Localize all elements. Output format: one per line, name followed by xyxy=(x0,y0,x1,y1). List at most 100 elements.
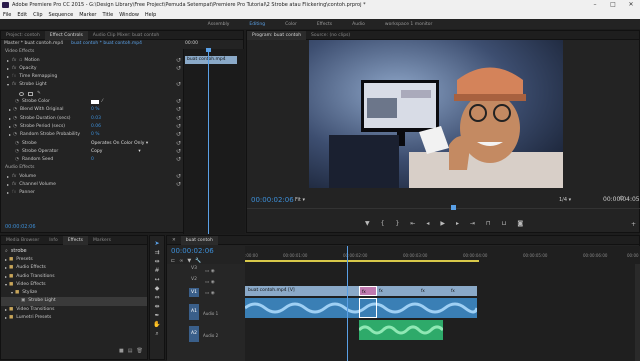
menu-clip[interactable]: Clip xyxy=(33,12,42,18)
effects-folder-audio-effects[interactable]: ▸ ■ Audio Effects xyxy=(1,264,147,272)
reset-icon[interactable]: ↺ xyxy=(176,140,181,148)
tab-project[interactable]: Project: contoh xyxy=(1,31,45,40)
eye-icon[interactable]: ◉ xyxy=(211,291,215,296)
param-strobe-operator[interactable]: ◔ Strobe Operator Copy ▾ ↺ xyxy=(1,148,183,156)
tracks-area[interactable]: buat contoh.mp4 [V] fx fx fx fx xyxy=(244,246,640,361)
effect-channel-volume[interactable]: ▸ fx Channel Volume ↺ xyxy=(1,181,183,189)
go-to-out-icon[interactable]: ⇥ xyxy=(470,220,475,227)
strobe-period-value[interactable]: 0.06 xyxy=(91,123,101,131)
sync-lock-icon[interactable]: ▭ xyxy=(205,280,209,285)
ellipse-mask-icon[interactable] xyxy=(19,91,24,96)
workspace-audio[interactable]: Audio xyxy=(342,22,375,27)
reset-icon[interactable]: ↺ xyxy=(176,98,181,106)
eye-icon[interactable]: ◉ xyxy=(211,280,215,285)
reset-icon[interactable]: ↺ xyxy=(176,115,181,123)
maximize-button[interactable]: □ xyxy=(604,0,622,10)
timeline-scrollbar[interactable] xyxy=(635,264,640,361)
track-a2-label[interactable]: A2 xyxy=(189,326,199,342)
tab-program[interactable]: Program: buat contoh xyxy=(247,30,307,40)
razor-tool-icon[interactable]: ◆ xyxy=(155,285,160,292)
ec-clip-bar[interactable]: buat contoh.mp4 xyxy=(185,56,237,64)
program-playhead[interactable] xyxy=(451,205,456,210)
v1-clip-3[interactable]: fx xyxy=(419,286,449,296)
effects-search-input[interactable]: strobe xyxy=(11,248,27,254)
strobe-duration-value[interactable]: 0.03 xyxy=(91,115,101,123)
reset-icon[interactable]: ↺ xyxy=(176,156,181,164)
timeline-timecode[interactable]: 00:00:02:06 xyxy=(171,247,214,255)
stopwatch-icon[interactable]: ◔ xyxy=(13,131,17,139)
new-bin-icon[interactable]: ■ xyxy=(119,348,124,354)
tab-effects[interactable]: Effects xyxy=(62,235,89,245)
button-editor-icon[interactable]: + xyxy=(631,221,636,228)
reset-icon[interactable]: ↺ xyxy=(176,148,181,156)
reset-icon[interactable]: ↺ xyxy=(176,57,181,65)
rectangle-mask-icon[interactable] xyxy=(28,91,33,96)
sequence-clip-path[interactable]: buat contoh * buat contoh.mp4 xyxy=(71,40,142,48)
track-select-tool-icon[interactable]: ⇉ xyxy=(154,249,159,256)
effect-item-strobe-light[interactable]: ▣ Strobe Light xyxy=(1,297,147,306)
tab-media-browser[interactable]: Media Browser xyxy=(1,236,44,245)
eye-icon[interactable]: ◉ xyxy=(211,269,215,274)
step-forward-icon[interactable]: ▸ xyxy=(456,220,459,227)
menu-edit[interactable]: Edit xyxy=(17,12,27,18)
ec-playhead[interactable] xyxy=(208,49,209,234)
tab-markers[interactable]: Markers xyxy=(88,236,116,245)
go-to-in-icon[interactable]: ⇤ xyxy=(410,220,415,227)
tab-audio-clip-mixer[interactable]: Audio Clip Mixer: buat contoh xyxy=(88,31,164,40)
stopwatch-icon[interactable]: ◔ xyxy=(15,140,19,148)
random-probability-value[interactable]: 0 % xyxy=(91,131,100,139)
zoom-tool-icon[interactable]: ⌕ xyxy=(155,330,158,338)
workspace-custom[interactable]: workspace 1 monitor xyxy=(375,22,442,27)
reset-icon[interactable]: ↺ xyxy=(176,106,181,114)
param-random-seed[interactable]: ◔ Random Seed 0 ↺ xyxy=(1,156,183,164)
stopwatch-icon[interactable]: ◔ xyxy=(15,148,19,156)
track-v3-label[interactable]: V3 xyxy=(191,266,197,271)
stopwatch-icon[interactable]: ◔ xyxy=(13,106,17,114)
pen-tool-icon[interactable]: ✒ xyxy=(154,312,159,319)
selection-tool-icon[interactable]: ➤ xyxy=(154,240,159,247)
menu-window[interactable]: Window xyxy=(119,12,139,18)
menu-file[interactable]: File xyxy=(3,12,11,18)
effect-panner[interactable]: ▸ fx Panner xyxy=(1,189,183,197)
ripple-edit-tool-icon[interactable]: ⇹ xyxy=(154,258,159,265)
hand-tool-icon[interactable]: ✋ xyxy=(153,321,160,328)
strobe-operator-select[interactable]: Copy ▾ xyxy=(91,148,141,156)
program-timecode[interactable]: 00:00:02:06 xyxy=(251,196,294,204)
minimize-button[interactable]: – xyxy=(586,0,604,10)
ec-timecode[interactable]: 00:00:02:06 xyxy=(5,224,36,230)
fit-select[interactable]: Fit ▾ xyxy=(295,197,305,203)
menu-help[interactable]: Help xyxy=(145,12,156,18)
trash-icon[interactable]: 🗑 xyxy=(136,348,142,354)
tab-effect-controls[interactable]: Effect Controls xyxy=(44,30,88,40)
reset-icon[interactable]: ↺ xyxy=(176,65,181,73)
add-marker-icon[interactable]: ▼ xyxy=(365,220,370,227)
sync-lock-icon[interactable]: ▭ xyxy=(205,269,209,274)
effects-folder-presets[interactable]: ▸ ■ Presets xyxy=(1,256,147,264)
menu-sequence[interactable]: Sequence xyxy=(49,12,74,18)
program-scrub-bar[interactable] xyxy=(247,208,640,209)
effects-folder-lumetri-presets[interactable]: ▸ ■ Lumetri Presets xyxy=(1,314,147,322)
param-blend-with-original[interactable]: ▸ ◔ Blend With Original 0 % ↺ xyxy=(1,106,183,114)
param-strobe-color[interactable]: ◔ Strobe Color ⁄ ↺ xyxy=(1,98,183,106)
effect-strobe-light[interactable]: ▾ fx Strobe Light ↺ xyxy=(1,81,183,89)
stopwatch-icon[interactable]: ◔ xyxy=(13,123,17,131)
track-v1-label[interactable]: V1 xyxy=(189,288,199,297)
ec-playhead-handle[interactable] xyxy=(206,48,211,52)
timeline-ruler[interactable]: :00:00 00:00:01:00 00:00:02:00 00:00:03:… xyxy=(245,246,640,264)
menu-title[interactable]: Title xyxy=(102,12,113,18)
menu-marker[interactable]: Marker xyxy=(79,12,96,18)
slip-tool-icon[interactable]: ⇔ xyxy=(154,294,159,301)
reset-icon[interactable]: ↺ xyxy=(176,81,181,89)
workspace-color[interactable]: Color xyxy=(275,22,307,27)
reset-icon[interactable]: ↺ xyxy=(176,181,181,189)
ec-mini-timeline[interactable]: buat contoh.mp4 xyxy=(183,48,245,234)
master-clip-path[interactable]: Master * buat contoh.mp4 xyxy=(4,40,63,48)
strobe-color-swatch[interactable] xyxy=(91,100,99,105)
mark-out-icon[interactable]: } xyxy=(395,220,399,227)
reset-icon[interactable]: ↺ xyxy=(176,131,181,139)
mark-in-icon[interactable]: { xyxy=(381,220,385,227)
extract-icon[interactable]: ⊔ xyxy=(502,220,507,227)
strobe-select[interactable]: Operates On Color Only ▾ xyxy=(91,140,148,148)
effect-volume[interactable]: ▸ fx Volume ↺ xyxy=(1,173,183,181)
track-a1-label[interactable]: A1 xyxy=(189,304,199,320)
